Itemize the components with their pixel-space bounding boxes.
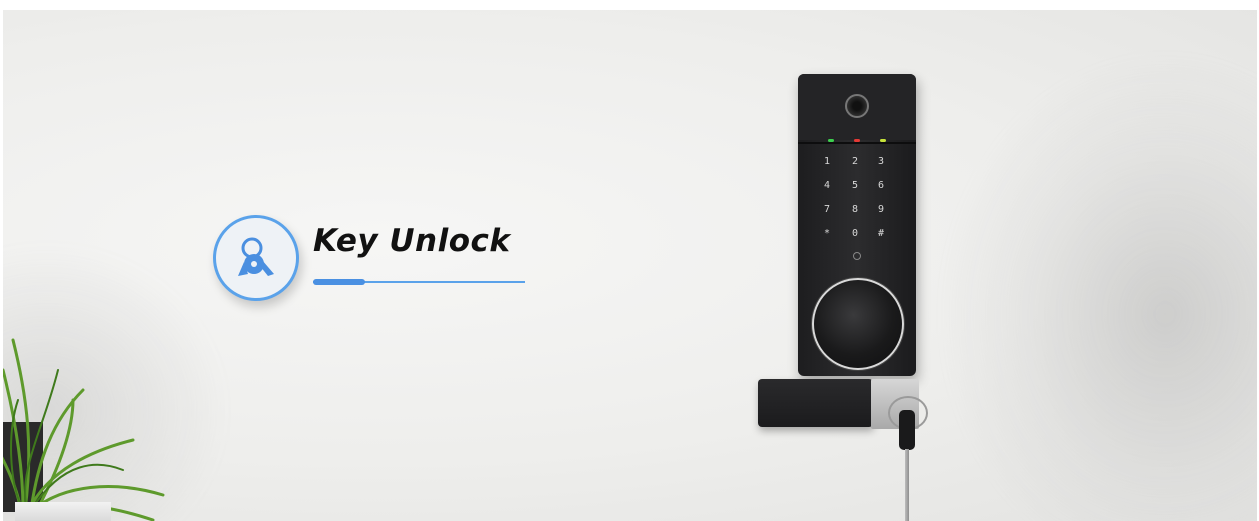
- keypad-key: 2: [851, 156, 859, 167]
- feature-callout: Key Unlock: [213, 215, 543, 315]
- key-handle: [899, 410, 915, 450]
- keypad-key: 6: [877, 180, 885, 191]
- title-underline-accent: [313, 279, 365, 285]
- hero-banner: Key Unlock 1 2 3 4 5 6 7 8 9 * 0 #: [3, 10, 1257, 521]
- fingerprint-sensor-icon: [845, 94, 869, 118]
- keys-icon: [238, 237, 274, 276]
- keypad-key: 3: [877, 156, 885, 167]
- led-red: [854, 139, 860, 142]
- plant-decoration: [3, 310, 173, 521]
- lock-latch-handle: [758, 379, 873, 427]
- key-blade: [905, 449, 909, 521]
- smart-lock-product: 1 2 3 4 5 6 7 8 9 * 0 #: [753, 74, 933, 521]
- keypad-key: 7: [823, 204, 831, 215]
- feature-icon-circle: [213, 215, 299, 301]
- lock-body: 1 2 3 4 5 6 7 8 9 * 0 #: [798, 74, 916, 376]
- keypad-key: 9: [877, 204, 885, 215]
- keypad-key: 1: [823, 156, 831, 167]
- led-yellow: [880, 139, 886, 142]
- leaf-shadow-right: [937, 50, 1257, 521]
- lock-top-panel: [798, 74, 916, 140]
- keypad-key: *: [823, 228, 831, 239]
- feature-title: Key Unlock: [313, 223, 511, 259]
- keypad-key: 0: [851, 228, 859, 239]
- doorbell-icon: [853, 252, 861, 260]
- plant-pot: [15, 502, 111, 521]
- led-green: [828, 139, 834, 142]
- keypad-key: 5: [851, 180, 859, 191]
- keypad: 1 2 3 4 5 6 7 8 9 * 0 #: [820, 156, 900, 266]
- keypad-key: 8: [851, 204, 859, 215]
- keypad-key: 4: [823, 180, 831, 191]
- rotary-knob: [812, 278, 904, 370]
- led-strip: [798, 142, 916, 144]
- keypad-key: #: [877, 228, 885, 239]
- plant-leaves: [3, 338, 165, 521]
